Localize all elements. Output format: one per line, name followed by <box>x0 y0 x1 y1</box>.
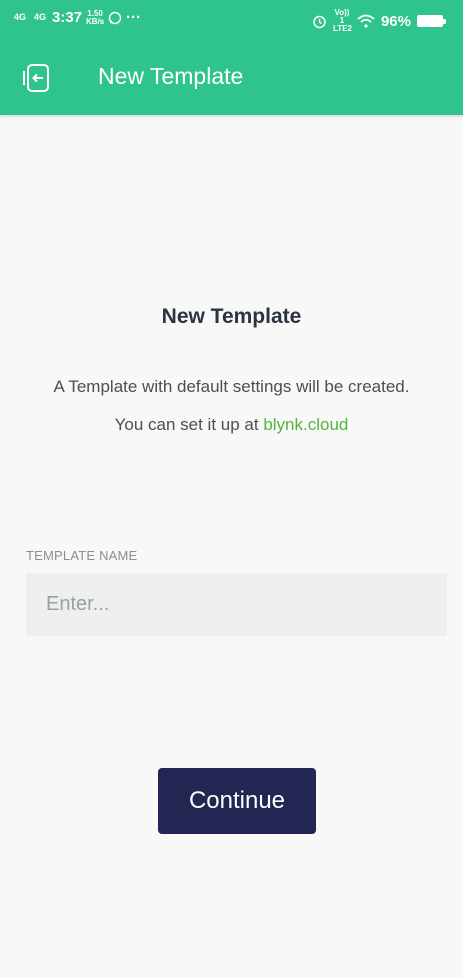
alarm-icon <box>313 15 326 28</box>
network-speed-unit: KB/s <box>86 16 105 26</box>
battery-percent: 96% <box>380 12 411 30</box>
network-speed: 1.50 KB/s <box>86 9 105 26</box>
continue-button[interactable]: Continue <box>158 768 316 834</box>
battery-icon <box>417 15 446 27</box>
volte-label: Vo)) 1 <box>334 8 350 25</box>
lte-label: LTE2 <box>332 24 352 33</box>
whatsapp-icon <box>108 11 122 24</box>
template-description: A Template with default settings will be… <box>40 368 423 444</box>
wifi-icon <box>357 14 375 28</box>
status-bar-left: 4G 4G 3:37 1.50 KB/s ··· <box>12 9 141 26</box>
top-bar: 4G 4G 3:37 1.50 KB/s ··· Vo)) 1 LTE2 96%… <box>0 0 463 115</box>
description-text: A Template with default settings will be… <box>53 377 410 434</box>
network-signal-2: 4G <box>33 12 46 22</box>
status-bar: 4G 4G 3:37 1.50 KB/s ··· Vo)) 1 LTE2 96% <box>0 0 463 36</box>
network-signal-1: 4G <box>13 12 26 22</box>
status-bar-right: Vo)) 1 LTE2 96% <box>312 8 446 33</box>
page-heading: New Template <box>161 305 302 328</box>
app-bar: New Template <box>0 36 463 115</box>
exit-back-icon[interactable] <box>22 62 54 94</box>
more-notifications: ··· <box>126 9 142 26</box>
app-bar-title: New Template <box>98 63 244 89</box>
template-name-label: TEMPLATE NAME <box>26 548 138 563</box>
volte-indicator: Vo)) 1 LTE2 <box>332 8 352 33</box>
status-time: 3:37 <box>52 9 83 26</box>
blynk-cloud-link[interactable]: blynk.cloud <box>263 415 348 434</box>
template-name-input[interactable] <box>26 573 447 636</box>
